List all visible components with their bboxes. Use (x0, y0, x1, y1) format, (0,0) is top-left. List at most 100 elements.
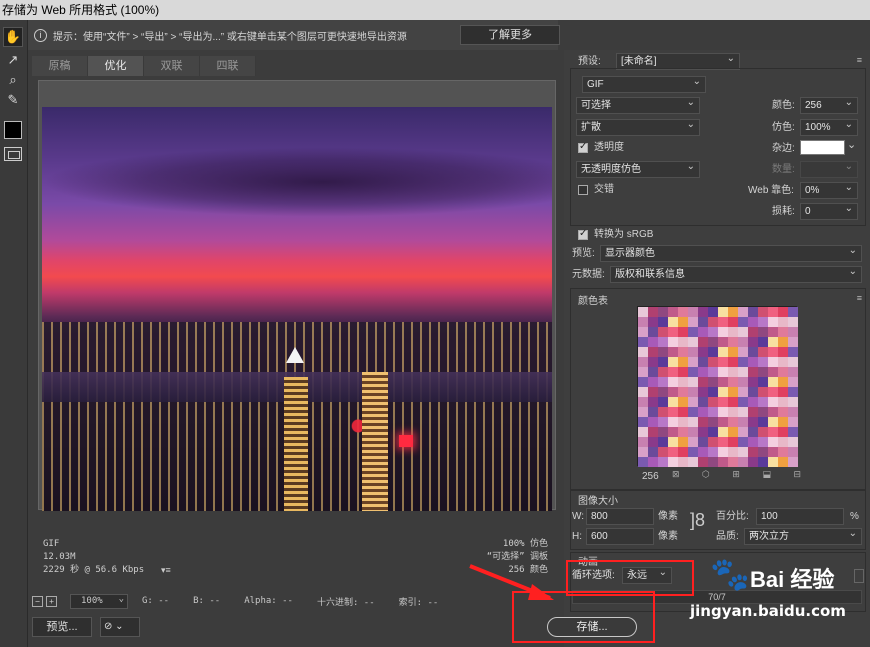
color-swatch[interactable] (688, 387, 698, 397)
color-swatch[interactable] (668, 347, 678, 357)
browser-select[interactable]: ⊘ ⌄ (100, 617, 140, 637)
color-swatch[interactable] (688, 347, 698, 357)
color-swatch[interactable] (758, 407, 768, 417)
color-swatch[interactable] (718, 387, 728, 397)
color-swatch[interactable] (738, 397, 748, 407)
color-swatch[interactable] (658, 387, 668, 397)
percent-input[interactable]: 100 (756, 508, 844, 525)
color-swatch[interactable] (738, 317, 748, 327)
color-swatch[interactable] (688, 367, 698, 377)
color-swatch[interactable] (738, 337, 748, 347)
transparency-checkbox[interactable] (578, 141, 588, 153)
color-swatch[interactable] (708, 377, 718, 387)
color-swatch[interactable] (768, 447, 778, 457)
color-swatch[interactable] (658, 357, 668, 367)
color-swatch[interactable] (688, 337, 698, 347)
color-swatch[interactable] (708, 367, 718, 377)
tab-optimized[interactable]: 优化 (88, 56, 144, 76)
animation-dropdown-icon[interactable] (854, 569, 864, 583)
color-swatch[interactable] (748, 387, 758, 397)
color-swatch[interactable] (758, 377, 768, 387)
color-swatch[interactable] (748, 397, 758, 407)
color-swatch[interactable] (778, 317, 788, 327)
color-swatch[interactable] (718, 417, 728, 427)
color-swatch[interactable] (648, 427, 658, 437)
color-swatch[interactable] (688, 317, 698, 327)
color-swatch[interactable] (688, 357, 698, 367)
color-table-grid[interactable] (637, 306, 798, 467)
color-swatch[interactable] (708, 417, 718, 427)
color-swatch[interactable] (658, 337, 668, 347)
color-swatch[interactable] (678, 337, 688, 347)
zoom-select[interactable]: 100% (70, 593, 128, 609)
color-swatch[interactable] (668, 357, 678, 367)
color-swatch[interactable] (718, 447, 728, 457)
color-swatch[interactable] (638, 417, 648, 427)
color-swatch[interactable] (738, 357, 748, 367)
dither-amount-select[interactable]: 100% (800, 117, 858, 136)
color-swatch[interactable] (678, 317, 688, 327)
color-swatch[interactable] (778, 347, 788, 357)
color-swatch[interactable] (738, 347, 748, 357)
color-swatch[interactable] (788, 337, 798, 347)
color-swatch[interactable] (728, 367, 738, 377)
color-swatch[interactable] (688, 377, 698, 387)
color-swatch[interactable] (708, 327, 718, 337)
color-swatch[interactable] (688, 417, 698, 427)
color-swatch[interactable] (638, 357, 648, 367)
color-swatch[interactable] (748, 427, 758, 437)
color-swatch[interactable] (728, 417, 738, 427)
color-swatch[interactable] (648, 317, 658, 327)
color-swatch[interactable] (768, 357, 778, 367)
color-swatch[interactable] (708, 307, 718, 317)
color-swatch[interactable] (738, 457, 748, 467)
convert-srgb-checkbox[interactable] (578, 228, 588, 240)
color-swatch[interactable] (718, 317, 728, 327)
color-swatch[interactable] (688, 397, 698, 407)
color-swatch[interactable] (698, 307, 708, 317)
format-select[interactable]: GIF (582, 74, 706, 93)
reduction-select[interactable]: 可选择 (576, 95, 700, 114)
color-swatch[interactable] (658, 457, 668, 467)
color-swatch[interactable] (788, 377, 798, 387)
color-swatch[interactable] (638, 327, 648, 337)
color-swatch[interactable] (778, 357, 788, 367)
color-swatch[interactable] (658, 437, 668, 447)
color-swatch[interactable] (688, 407, 698, 417)
color-swatch[interactable] (718, 367, 728, 377)
color-swatch[interactable] (678, 347, 688, 357)
color-swatch[interactable] (728, 447, 738, 457)
color-swatch[interactable] (778, 377, 788, 387)
color-swatch[interactable] (678, 447, 688, 457)
color-swatch[interactable] (678, 407, 688, 417)
color-swatch[interactable] (748, 447, 758, 457)
color-swatch[interactable] (678, 397, 688, 407)
zoom-in-button[interactable]: + (46, 595, 57, 607)
color-swatch[interactable] (738, 377, 748, 387)
color-swatch[interactable] (728, 457, 738, 467)
color-swatch[interactable] (738, 437, 748, 447)
color-swatch[interactable] (668, 337, 678, 347)
color-swatch[interactable] (758, 417, 768, 427)
color-swatch[interactable] (678, 417, 688, 427)
color-swatch[interactable] (658, 307, 668, 317)
color-swatch[interactable] (768, 437, 778, 447)
color-swatch[interactable] (688, 327, 698, 337)
color-swatch[interactable] (698, 337, 708, 347)
color-swatch[interactable] (708, 437, 718, 447)
color-swatch[interactable] (638, 427, 648, 437)
color-swatch[interactable] (708, 337, 718, 347)
color-swatch[interactable] (658, 427, 668, 437)
color-swatch[interactable] (678, 377, 688, 387)
color-swatch[interactable] (638, 307, 648, 317)
color-swatch[interactable] (778, 427, 788, 437)
color-swatch[interactable] (718, 407, 728, 417)
matte-color-swatch[interactable] (800, 140, 845, 155)
color-swatch[interactable] (658, 417, 668, 427)
color-swatch[interactable] (698, 377, 708, 387)
color-swatch[interactable] (778, 407, 788, 417)
color-swatch[interactable] (758, 447, 768, 457)
color-swatch[interactable] (708, 317, 718, 327)
color-swatch[interactable] (688, 457, 698, 467)
tab-original[interactable]: 原稿 (32, 56, 88, 76)
